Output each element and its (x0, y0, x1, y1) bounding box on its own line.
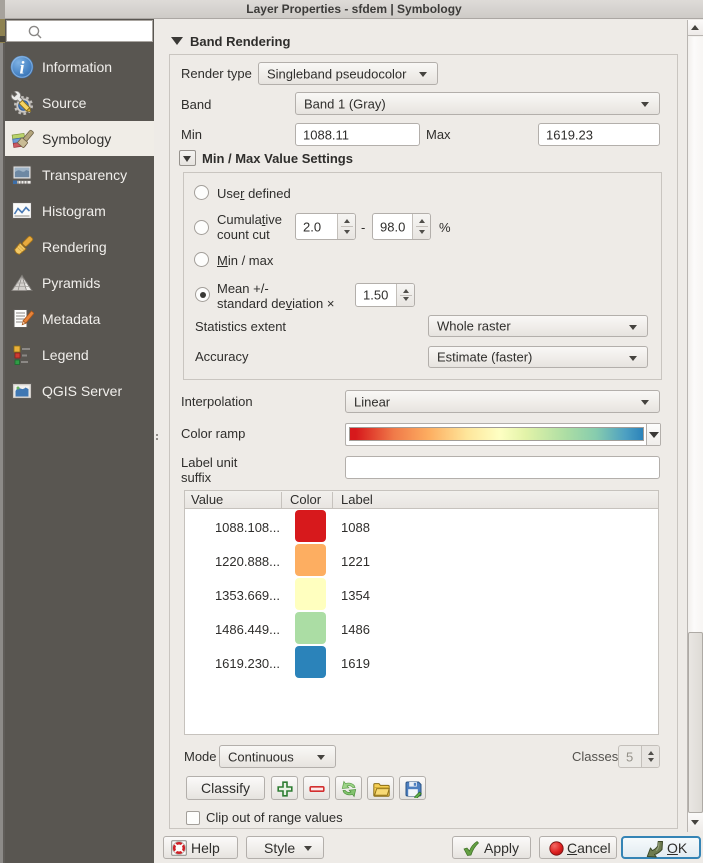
svg-text:i: i (19, 58, 24, 78)
